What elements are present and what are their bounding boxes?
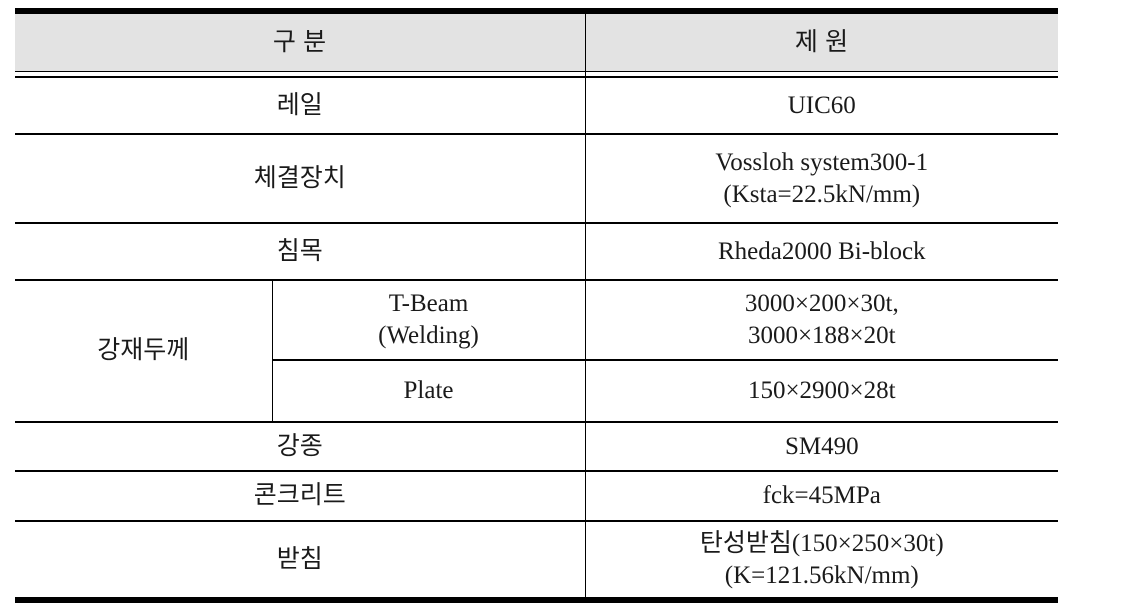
row-value-rail: UIC60	[585, 77, 1059, 135]
row-label-bearing: 받침	[15, 521, 586, 603]
row-value-tbeam-line2: 3000×188×20t	[747, 322, 896, 349]
row-sublabel-plate: Plate	[272, 360, 586, 423]
row-sublabel-tbeam-line1: T-Beam	[388, 290, 469, 317]
row-value-fastener-line1: Vossloh system300-1	[715, 148, 929, 176]
row-value-fastener-line2: (Ksta=22.5kN/mm)	[723, 180, 921, 208]
row-value-plate: 150×2900×28t	[585, 360, 1059, 423]
table-row: 체결장치 Vossloh system300-1 (Ksta=22.5kN/mm…	[15, 134, 1059, 224]
row-label-rail: 레일	[15, 77, 586, 135]
table-row: 강재두께 T-Beam (Welding) 3000×200×30t, 3000…	[15, 280, 1059, 423]
row-label-sleeper: 침목	[15, 223, 586, 281]
table-body: 레일 UIC60 체결장치 Vossloh system300-1 (Ksta=…	[15, 77, 1059, 603]
row-value-concrete: fck=45MPa	[585, 471, 1059, 522]
table-row: 받침 탄성받침(150×250×30t) (K=121.56kN/mm)	[15, 521, 1059, 603]
row-label-fastener: 체결장치	[15, 134, 586, 224]
row-value-fastener: Vossloh system300-1 (Ksta=22.5kN/mm)	[585, 134, 1059, 224]
header-row: 구 분 제 원	[15, 8, 1059, 72]
row-value-bearing: 탄성받침(150×250×30t) (K=121.56kN/mm)	[585, 521, 1059, 603]
table-row: 콘크리트 fck=45MPa	[15, 471, 1059, 522]
header-category: 구 분	[15, 8, 586, 72]
table-header: 구 분 제 원	[15, 8, 1059, 78]
table-row: 강종 SM490	[15, 422, 1059, 472]
header-spec: 제 원	[585, 8, 1059, 72]
row-value-bearing-line1: 탄성받침(150×250×30t)	[699, 529, 944, 557]
row-value-tbeam-line1: 3000×200×30t,	[744, 290, 899, 317]
spec-table-container: 구 분 제 원 레일 UIC60 체결장치 Vossloh system300-…	[15, 8, 1059, 603]
row-sublabel-tbeam: T-Beam (Welding)	[272, 280, 586, 361]
row-label-concrete: 콘크리트	[15, 471, 586, 522]
row-group-label-steel-thickness: 강재두께	[15, 280, 273, 423]
row-label-steel-grade: 강종	[15, 422, 586, 472]
table-row: 레일 UIC60	[15, 77, 1059, 135]
row-value-tbeam: 3000×200×30t, 3000×188×20t	[585, 280, 1059, 361]
document-page: 구 분 제 원 레일 UIC60 체결장치 Vossloh system300-…	[0, 0, 1133, 603]
track-spec-table: 구 분 제 원 레일 UIC60 체결장치 Vossloh system300-…	[15, 8, 1059, 603]
row-value-steel-grade: SM490	[585, 422, 1059, 472]
row-sublabel-tbeam-line2: (Welding)	[378, 322, 479, 349]
row-value-sleeper: Rheda2000 Bi-block	[585, 223, 1059, 281]
table-row: 침목 Rheda2000 Bi-block	[15, 223, 1059, 281]
